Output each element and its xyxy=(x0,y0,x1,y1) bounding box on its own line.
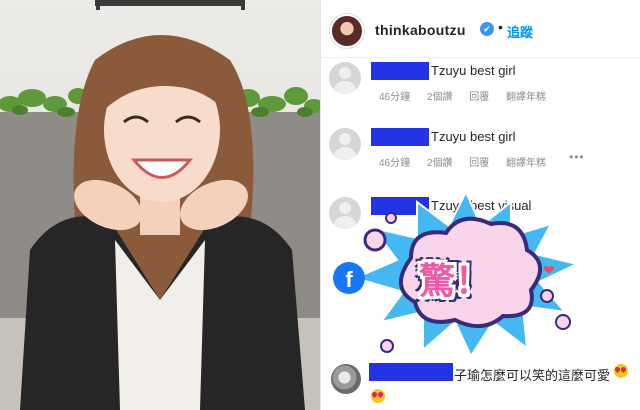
comment-text: Tzuyu best girl xyxy=(431,129,516,144)
comment-text: Tzuyu best girl xyxy=(431,63,516,78)
follow-button[interactable]: 追蹤 xyxy=(507,22,533,41)
translate-button[interactable]: 翻譯年糕 xyxy=(506,158,546,169)
sticker-label: 驚！ xyxy=(419,261,492,302)
bubble-dot xyxy=(555,314,571,330)
redacted-username xyxy=(371,62,429,80)
facebook-icon[interactable]: f xyxy=(333,262,365,294)
comment-meta: 46分鐘 2個讚 回覆 翻譯年糕 xyxy=(379,154,560,169)
verified-badge-icon: ✔ xyxy=(480,22,494,36)
reply-button[interactable]: 回覆 xyxy=(469,92,489,103)
comment-likes[interactable]: 2個讚 xyxy=(427,158,453,169)
default-avatar-icon[interactable] xyxy=(329,128,361,160)
comment-likes[interactable]: 2個讚 xyxy=(427,92,453,103)
comment-text: 子瑜怎麼可以笑的這麼可愛 xyxy=(454,368,611,383)
bubble-dot xyxy=(380,339,394,353)
redacted-username xyxy=(369,363,453,381)
comment-item: Tzuyu best girl 46分鐘 2個讚 回覆 翻譯年糕 ••• xyxy=(321,128,640,190)
bubble-dot xyxy=(540,289,554,303)
profile-avatar[interactable] xyxy=(330,14,364,48)
separator-dot: • xyxy=(498,19,503,35)
comment-time: 46分鐘 xyxy=(379,92,411,103)
comment-meta: 46分鐘 2個讚 回覆 翻譯年糕 xyxy=(379,88,560,103)
comment-time: 46分鐘 xyxy=(379,158,411,169)
post-photo xyxy=(0,0,320,410)
bubble-dot xyxy=(363,228,387,252)
bubble-dot xyxy=(385,212,397,224)
commenter-avatar[interactable] xyxy=(331,364,361,394)
translate-button[interactable]: 翻譯年糕 xyxy=(506,92,546,103)
username[interactable]: thinkaboutzu xyxy=(375,22,466,38)
reply-button[interactable]: 回覆 xyxy=(469,158,489,169)
default-avatar-icon[interactable] xyxy=(329,62,361,94)
comment-item: Tzuyu best girl 46分鐘 2個讚 回覆 翻譯年糕 xyxy=(321,62,640,124)
post-header: thinkaboutzu ✔ • 追蹤 xyxy=(321,0,640,58)
comments-panel: thinkaboutzu ✔ • 追蹤 Tzuyu best girl 46分鐘… xyxy=(320,0,640,410)
heart-eyes-emoji-icon xyxy=(614,364,628,378)
person-figure xyxy=(20,35,305,410)
redacted-username xyxy=(371,128,429,146)
heart-eyes-emoji-icon xyxy=(371,389,385,403)
more-options-icon[interactable]: ••• xyxy=(569,150,585,164)
heart-icon[interactable]: ❤ xyxy=(543,262,555,279)
